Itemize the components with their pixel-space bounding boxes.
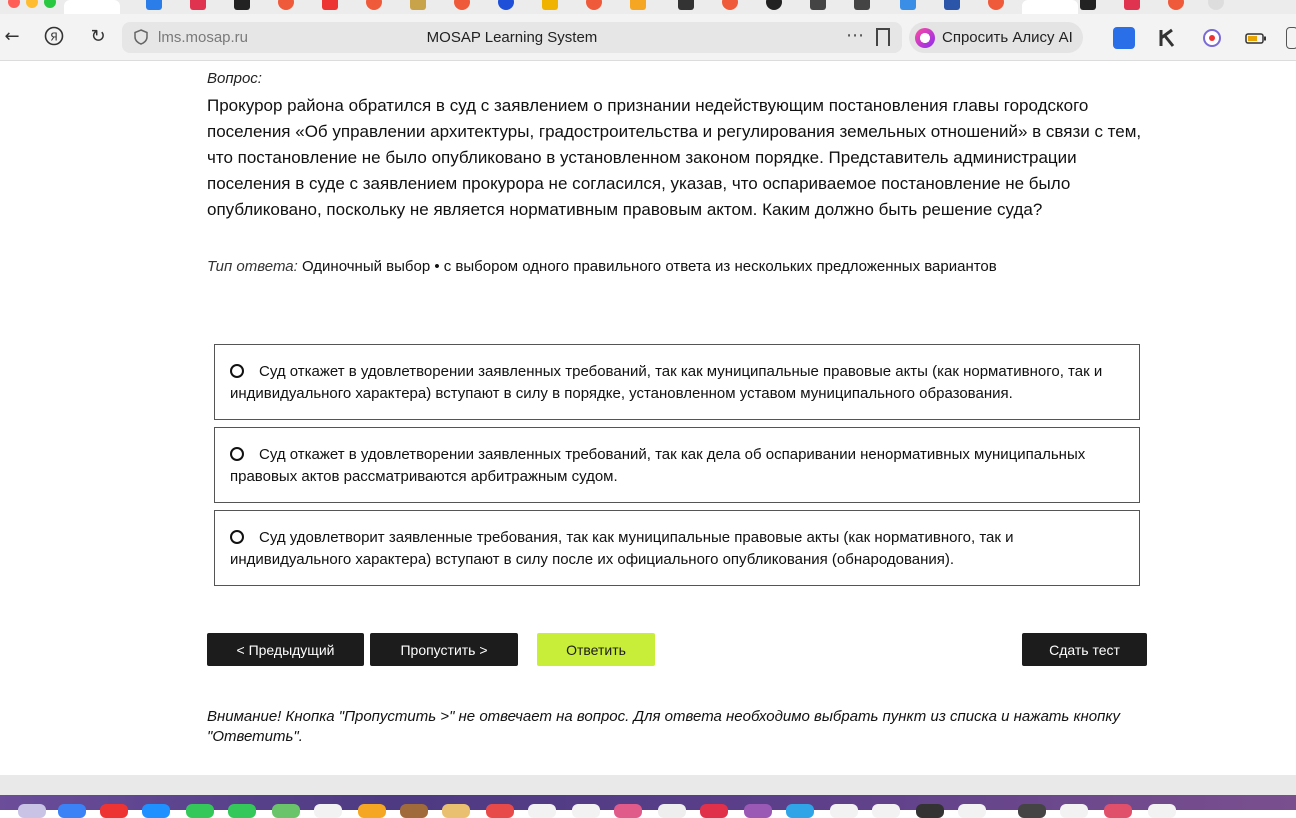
tab-favicon[interactable] — [410, 0, 426, 10]
answer-option-text: Суд удовлетворит заявленные требования, … — [230, 529, 1014, 568]
dock-app-icon[interactable] — [830, 804, 858, 818]
dock-app-icon[interactable] — [18, 804, 46, 818]
dock-app-icon[interactable] — [614, 804, 642, 818]
yandex-icon[interactable]: Я — [42, 24, 66, 48]
previous-button[interactable]: < Предыдущий — [207, 633, 364, 666]
dock-app-icon[interactable] — [58, 804, 86, 818]
alice-icon — [915, 27, 935, 48]
dock-app-icon[interactable] — [958, 804, 986, 818]
address-bar[interactable]: lms.mosap.ru MOSAP Learning System ⋯ — [122, 22, 902, 53]
dock-app-icon[interactable] — [572, 804, 600, 818]
tab-favicon[interactable] — [988, 0, 1004, 10]
dock-app-icon[interactable] — [1060, 804, 1088, 818]
extension-icon[interactable] — [1113, 27, 1135, 49]
dock-app-icon[interactable] — [916, 804, 944, 818]
dock-app-icon[interactable] — [700, 804, 728, 818]
tab-favicon[interactable] — [630, 0, 646, 10]
tab-favicon[interactable] — [678, 0, 694, 10]
svg-text:Я: Я — [50, 31, 58, 44]
answer-option[interactable]: Суд откажет в удовлетворении заявленных … — [214, 427, 1140, 503]
dock-app-icon[interactable] — [100, 804, 128, 818]
dock-app-icon[interactable] — [358, 804, 386, 818]
dock-app-icon[interactable] — [142, 804, 170, 818]
tab-favicon[interactable] — [1124, 0, 1140, 10]
tab-favicon[interactable] — [766, 0, 782, 10]
dock-app-icon[interactable] — [442, 804, 470, 818]
tab-favicon[interactable] — [722, 0, 738, 10]
minimize-window-icon[interactable] — [26, 0, 38, 8]
dock-app-icon[interactable] — [486, 804, 514, 818]
browser-toolbar: ← Я ↻ lms.mosap.ru MOSAP Learning System… — [0, 14, 1296, 61]
answer-option[interactable]: Суд удовлетворит заявленные требования, … — [214, 510, 1140, 586]
answer-option[interactable]: Суд откажет в удовлетворении заявленных … — [214, 344, 1140, 420]
tab-favicon[interactable] — [854, 0, 870, 10]
tab-favicon[interactable] — [900, 0, 916, 10]
sidebar-toggle-icon[interactable] — [1286, 27, 1296, 49]
dock-app-icon[interactable] — [400, 804, 428, 818]
answer-type-value: Одиночный выбор • с выбором одного прави… — [301, 258, 997, 275]
dock-app-icon[interactable] — [1018, 804, 1046, 818]
dock-app-icon[interactable] — [786, 804, 814, 818]
answer-option-text: Суд откажет в удовлетворении заявленных … — [230, 446, 1086, 485]
dock-app-icon[interactable] — [1148, 804, 1176, 818]
dock-app-icon[interactable] — [528, 804, 556, 818]
tab-favicon[interactable] — [190, 0, 206, 10]
tab-favicon[interactable] — [1168, 0, 1184, 10]
more-icon[interactable]: ⋯ — [846, 25, 864, 46]
tab-favicon[interactable] — [542, 0, 558, 10]
extension-k-icon[interactable] — [1157, 27, 1179, 49]
horizontal-scrollbar[interactable] — [0, 775, 1296, 795]
dock-app-icon[interactable] — [872, 804, 900, 818]
question-label: Вопрос: — [207, 70, 262, 87]
battery-icon[interactable] — [1245, 27, 1267, 49]
reload-icon[interactable]: ↻ — [86, 24, 110, 48]
tab-favicon[interactable] — [498, 0, 514, 10]
extension-icon[interactable] — [1201, 27, 1223, 49]
tab-favicon[interactable] — [278, 0, 294, 10]
tab-favicon[interactable] — [454, 0, 470, 10]
ask-alice-label: Спросить Алису AI — [942, 29, 1073, 46]
tab-strip — [0, 0, 1296, 14]
tab-favicon[interactable] — [586, 0, 602, 10]
question-text: Прокурор района обратился в суд с заявле… — [207, 96, 1142, 219]
answer-button[interactable]: Ответить — [537, 633, 655, 666]
url-text[interactable]: lms.mosap.ru — [158, 29, 248, 46]
dock-app-icon[interactable] — [272, 804, 300, 818]
tab-favicon[interactable] — [944, 0, 960, 10]
answer-type-label: Тип ответа: — [207, 258, 298, 275]
new-tab-icon[interactable] — [1208, 0, 1224, 10]
answer-option-text: Суд откажет в удовлетворении заявленных … — [230, 363, 1103, 402]
bookmark-icon[interactable] — [876, 28, 890, 46]
tab-favicon[interactable] — [322, 0, 338, 10]
answer-type: Тип ответа: Одиночный выбор • с выбором … — [207, 258, 997, 275]
tab-favicon[interactable] — [146, 0, 162, 10]
tab-active[interactable] — [64, 0, 120, 14]
submit-test-button[interactable]: Сдать тест — [1022, 633, 1147, 666]
shield-icon[interactable] — [132, 28, 150, 46]
dock-app-icon[interactable] — [658, 804, 686, 818]
back-arrow-icon[interactable]: ← — [0, 24, 24, 48]
dock-app-icon[interactable] — [314, 804, 342, 818]
dock-app-icon[interactable] — [228, 804, 256, 818]
dock-app-icon[interactable] — [186, 804, 214, 818]
tab-pinned-active[interactable] — [1022, 0, 1078, 14]
dock-app-icon[interactable] — [744, 804, 772, 818]
skip-warning-notice: Внимание! Кнопка "Пропустить >" не отвеч… — [207, 708, 1120, 745]
dock-app-icon[interactable] — [1104, 804, 1132, 818]
tab-favicon[interactable] — [234, 0, 250, 10]
tab-favicon[interactable] — [810, 0, 826, 10]
skip-button[interactable]: Пропустить > — [370, 633, 518, 666]
ask-alice-button[interactable]: Спросить Алису AI — [909, 22, 1083, 53]
zoom-window-icon[interactable] — [44, 0, 56, 8]
tab-favicon[interactable] — [1080, 0, 1096, 10]
macos-dock — [0, 795, 1296, 818]
tab-favicon[interactable] — [366, 0, 382, 10]
close-window-icon[interactable] — [8, 0, 20, 8]
